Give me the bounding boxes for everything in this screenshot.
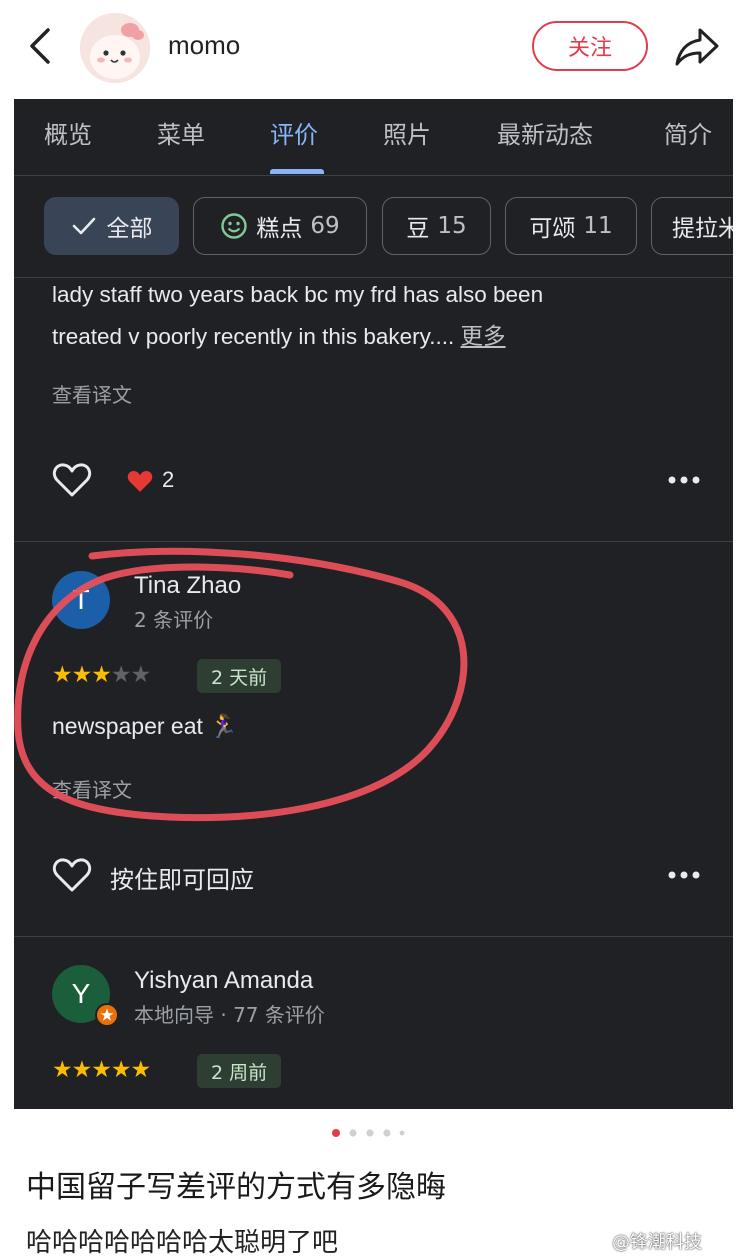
more-link[interactable]: 更多 [461,324,506,349]
translate-link[interactable]: 查看译文 [52,379,132,408]
tab-menu[interactable]: 菜单 [157,115,205,150]
back-arrow-icon[interactable] [22,26,62,66]
divider [14,936,733,937]
tab-about[interactable]: 简介 [664,115,712,150]
watermark: @锋潮科技 [612,1232,702,1253]
reviewer-avatar[interactable]: T [52,571,110,629]
follow-button[interactable]: 关注 [532,21,648,71]
filter-chip-label: 糕点 [256,216,303,242]
heart-outline-icon[interactable] [52,462,92,498]
filter-chip-count: 15 [437,213,467,239]
filter-chip-all[interactable]: 全部 [44,197,179,255]
review-text: treated v poorly recently in this bakery… [52,324,455,349]
tab-updates[interactable]: 最新动态 [497,115,593,150]
runner-emoji-icon: 🏃‍♀️ [209,713,238,739]
reviewer-meta: 2 条评价 [134,608,214,632]
review-filter-chips: 全部 糕点 69 豆 15 可颂 11 提拉米 [14,197,733,257]
more-options-icon[interactable] [668,476,700,484]
filter-chip-croissant[interactable]: 可颂 11 [505,197,637,255]
image-pager-dots[interactable] [330,1128,410,1138]
filter-chip-tiramisu[interactable]: 提拉米 [651,197,733,255]
heart-outline-icon[interactable] [52,857,92,893]
filter-chip-count: 11 [583,213,613,239]
smiley-icon [221,213,248,239]
star-empty-icon: ★★ [110,662,151,688]
reviewer-name[interactable]: Tina Zhao [134,572,241,600]
star-rating: ★★★★★ [52,1057,151,1083]
divider [14,277,733,278]
review-text-line: treated v poorly recently in this bakery… [52,319,506,351]
filter-chip-label: 全部 [106,216,153,242]
review-text-line: lady staff two years back bc my frd has … [52,282,544,307]
share-icon[interactable] [674,26,720,68]
user-avatar[interactable] [80,13,150,83]
review-text-content: newspaper eat [52,713,203,739]
maps-reviews-screenshot: 概览 菜单 评价 照片 最新动态 简介 全部 糕点 69 豆 15 可颂 11 提拉米… [14,99,733,1109]
post-title: 中国留子写差评的方式有多隐晦 [26,1170,446,1205]
filter-chip-label: 豆 [406,216,430,242]
review-time-badge: 2 周前 [197,1054,282,1088]
check-icon [72,217,95,235]
reviewer-meta: 本地向导 · 77 条评价 [134,1003,325,1027]
local-guide-badge-icon [95,1003,119,1027]
filter-chip-label: 可颂 [529,216,576,242]
reviewer-name[interactable]: Yishyan Amanda [134,967,313,995]
divider [14,541,733,542]
tab-bar: 概览 菜单 评价 照片 最新动态 简介 [14,99,733,176]
tab-photos[interactable]: 照片 [383,115,431,150]
filter-chip-count: 69 [310,213,340,239]
star-rating: ★★★★★ [52,662,151,688]
star-icon: ★★★ [52,662,112,688]
tab-overview[interactable]: 概览 [44,115,92,150]
more-options-icon[interactable] [668,871,700,879]
red-heart-icon [127,471,153,492]
review-time-badge: 2 天前 [197,659,282,693]
hold-to-react-label[interactable]: 按住即可回应 [110,860,254,895]
post-body: 哈哈哈哈哈哈哈太聪明了吧 [26,1228,339,1258]
star-icon: ★★★★★ [52,1057,151,1083]
username[interactable]: momo [168,30,240,61]
filter-chip-beans[interactable]: 豆 15 [382,197,491,255]
reaction-count: 2 [162,467,175,492]
filter-chip-label: 提拉米 [672,216,733,242]
filter-chip-pastry[interactable]: 糕点 69 [193,197,367,255]
review-text: newspaper eat 🏃‍♀️ [52,713,238,740]
translate-link[interactable]: 查看译文 [52,774,132,803]
avatar-cartoon-icon [80,13,150,83]
active-tab-indicator [270,169,324,174]
post-header: momo 关注 [0,0,743,95]
tab-reviews[interactable]: 评价 [270,115,318,150]
